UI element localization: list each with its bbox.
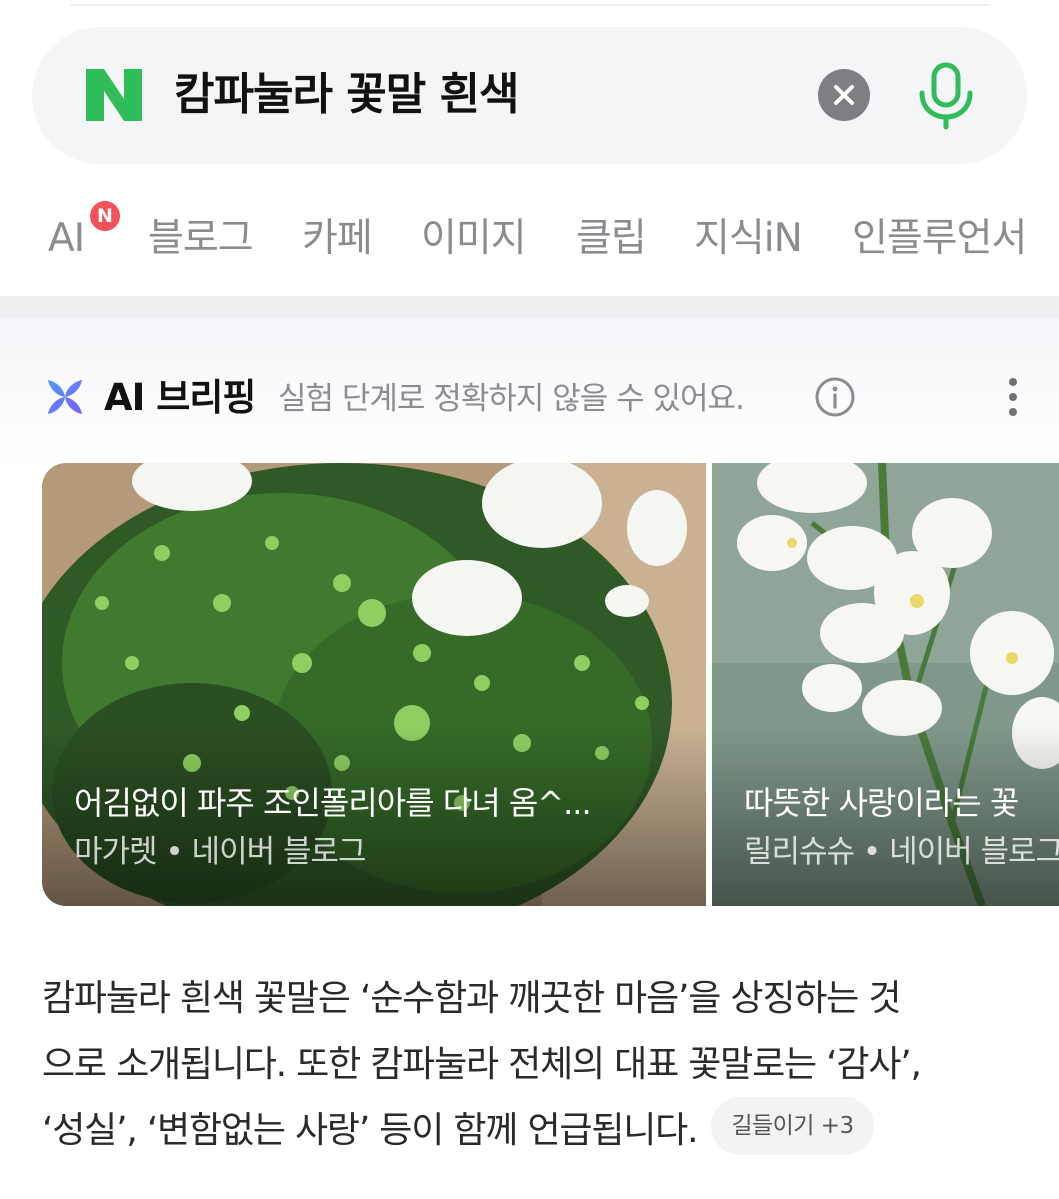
- more-options-icon[interactable]: [1002, 376, 1024, 418]
- search-bar[interactable]: 캄파눌라 꽃말 흰색: [32, 27, 1027, 164]
- briefing-header: AI 브리핑 실험 단계로 정확하지 않을 수 있어요.: [44, 374, 1044, 422]
- tab-clip[interactable]: 클립: [576, 214, 647, 264]
- tab-cafe[interactable]: 카페: [302, 214, 373, 264]
- search-query[interactable]: 캄파눌라 꽃말 흰색: [174, 65, 519, 125]
- naver-logo: [86, 69, 142, 121]
- ai-briefing-section: AI 브리핑 실험 단계로 정확하지 않을 수 있어요. 어김없이 파주 조인폴…: [0, 318, 1059, 1199]
- section-divider: [0, 296, 1059, 318]
- briefing-disclaimer: 실험 단계로 정확하지 않을 수 있어요.: [278, 381, 745, 417]
- briefing-summary: 캄파눌라 흰색 꽃말은 ‘순수함과 깨끗한 마음’을 상징하는 것 으로 소개됩…: [42, 966, 1032, 1164]
- card-source: 마가렛 • 네이버 블로그: [74, 834, 367, 870]
- image-card-1[interactable]: 어김없이 파주 조인폴리아를 다녀 옴^... 마가렛 • 네이버 블로그: [42, 463, 706, 906]
- voice-search-button[interactable]: [914, 61, 978, 131]
- tab-influencer[interactable]: 인플루언서: [852, 214, 1027, 264]
- new-badge: N: [87, 198, 123, 234]
- search-tabs: AI N 블로그 카페 이미지 클립 지식iN 인플루언서: [0, 186, 1059, 286]
- card-title: 따뜻한 사랑이라는 꽃: [744, 784, 1019, 822]
- summary-line: 으로 소개됩니다. 또한 캄파눌라 전체의 대표 꽃말로는 ‘감사’,: [42, 1044, 922, 1085]
- tab-ai[interactable]: AI: [48, 214, 85, 264]
- tab-kin[interactable]: 지식iN: [694, 214, 803, 264]
- top-divider: [70, 0, 990, 6]
- tab-images[interactable]: 이미지: [421, 214, 527, 264]
- image-card-2[interactable]: 따뜻한 사랑이라는 꽃 릴리슈슈 • 네이버 블로그: [712, 463, 1059, 906]
- microphone-icon: [919, 62, 973, 130]
- tab-blog[interactable]: 블로그: [148, 214, 254, 264]
- briefing-title: AI 브리핑: [104, 376, 256, 419]
- summary-line-text: ‘성실’, ‘변함없는 사랑’ 등이 함께 언급됩니다.: [42, 1110, 699, 1151]
- source-chip[interactable]: 길들이기 +3: [711, 1097, 874, 1155]
- ai-sparkle-icon: [48, 380, 82, 414]
- card-title: 어김없이 파주 조인폴리아를 다녀 옴^...: [74, 784, 592, 822]
- close-icon: [834, 85, 854, 105]
- info-icon[interactable]: [814, 376, 856, 418]
- summary-line: 캄파눌라 흰색 꽃말은 ‘순수함과 깨끗한 마음’을 상징하는 것: [42, 978, 901, 1019]
- clear-search-button[interactable]: [818, 69, 870, 121]
- summary-line-last: ‘성실’, ‘변함없는 사랑’ 등이 함께 언급됩니다. 길들이기 +3: [42, 1097, 1032, 1164]
- card-source: 릴리슈슈 • 네이버 블로그: [744, 834, 1059, 870]
